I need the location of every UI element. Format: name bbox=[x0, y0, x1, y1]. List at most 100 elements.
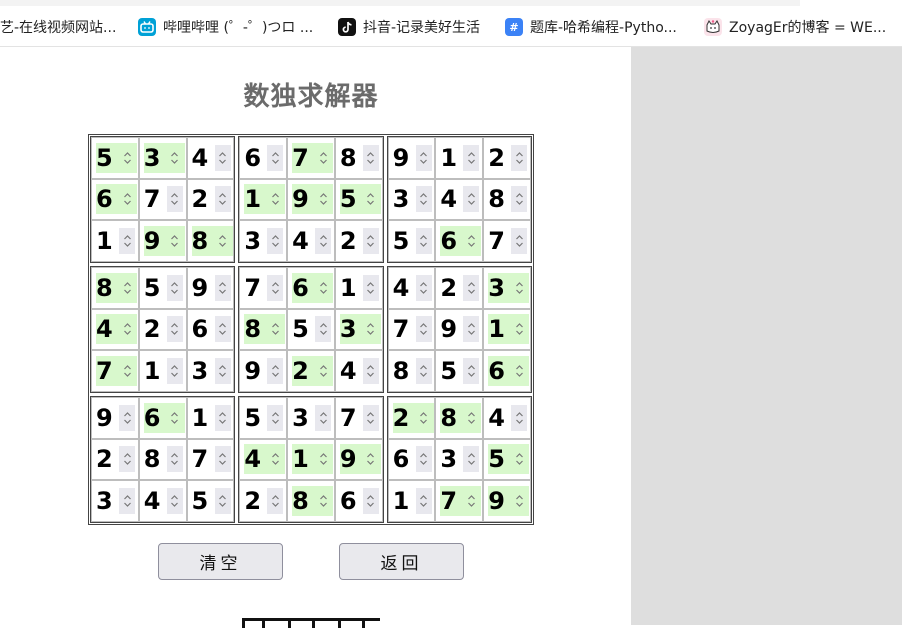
cell-field[interactable]: 5 bbox=[144, 273, 185, 303]
spinner-icon[interactable] bbox=[214, 144, 231, 171]
cell-field[interactable]: 8 bbox=[144, 444, 185, 474]
sudoku-cell-input[interactable]: 6 bbox=[239, 137, 288, 179]
sudoku-cell-input[interactable]: 3 bbox=[435, 438, 484, 481]
cell-field[interactable]: 3 bbox=[143, 142, 185, 173]
spinner-icon[interactable] bbox=[511, 488, 527, 514]
spinner-icon[interactable] bbox=[119, 145, 135, 171]
sudoku-cell-input[interactable]: 6 bbox=[483, 350, 531, 392]
cell-field[interactable]: 3 bbox=[393, 184, 434, 214]
sudoku-cell-input[interactable]: 3 bbox=[91, 480, 139, 522]
sudoku-cell-input[interactable]: 7 bbox=[483, 220, 531, 262]
cell-field[interactable]: 7 bbox=[192, 444, 233, 474]
sudoku-cell-input[interactable]: 1 bbox=[435, 137, 484, 179]
spinner-icon[interactable] bbox=[416, 405, 432, 431]
spinner-icon[interactable] bbox=[119, 358, 135, 384]
spinner-icon[interactable] bbox=[267, 446, 283, 472]
cell-field[interactable]: 6 bbox=[143, 402, 185, 433]
spinner-icon[interactable] bbox=[315, 358, 331, 384]
cell-field[interactable]: 4 bbox=[244, 444, 286, 475]
bookmark-zoyager-blog[interactable]: ZoyagEr的博客 = WE... bbox=[704, 14, 886, 40]
cell-field[interactable]: 6 bbox=[96, 184, 137, 215]
spinner-icon[interactable] bbox=[119, 446, 135, 473]
cell-field[interactable]: 2 bbox=[488, 143, 529, 173]
sudoku-cell-input[interactable]: 7 bbox=[287, 137, 335, 179]
sudoku-cell-input[interactable]: 1 bbox=[334, 267, 383, 309]
sudoku-cell-input[interactable]: 8 bbox=[334, 137, 383, 179]
sudoku-cell-input[interactable]: 4 bbox=[435, 178, 484, 221]
sudoku-cell-input[interactable]: 8 bbox=[287, 480, 335, 522]
clear-button[interactable]: 清空 bbox=[158, 543, 283, 580]
cell-field[interactable]: 3 bbox=[488, 272, 530, 303]
bookmark-bilibili[interactable]: 哔哩哔哩 (゜-゜)つロ ... bbox=[138, 14, 313, 40]
cell-field[interactable]: 7 bbox=[292, 142, 334, 173]
spinner-icon[interactable] bbox=[315, 446, 331, 472]
sudoku-cell-input[interactable]: 5 bbox=[435, 350, 484, 392]
sudoku-cell-input[interactable]: 1 bbox=[239, 178, 288, 221]
sudoku-cell-input[interactable]: 4 bbox=[239, 438, 288, 481]
cell-field[interactable]: 3 bbox=[440, 444, 481, 474]
cell-field[interactable]: 9 bbox=[143, 226, 185, 257]
sudoku-cell-input[interactable]: 1 bbox=[287, 438, 335, 481]
sudoku-cell-input[interactable]: 3 bbox=[186, 350, 235, 392]
sudoku-cell-input[interactable]: 9 bbox=[483, 480, 531, 522]
cell-field[interactable]: 6 bbox=[488, 356, 530, 387]
cell-field[interactable]: 5 bbox=[192, 486, 233, 516]
sudoku-cell-input[interactable]: 2 bbox=[287, 350, 335, 392]
sudoku-cell-input[interactable]: 2 bbox=[239, 480, 288, 522]
sudoku-cell-input[interactable]: 9 bbox=[334, 438, 383, 481]
sudoku-cell-input[interactable]: 6 bbox=[91, 178, 139, 221]
cell-field[interactable]: 5 bbox=[96, 142, 137, 173]
spinner-icon[interactable] bbox=[267, 488, 284, 515]
spinner-icon[interactable] bbox=[166, 316, 183, 343]
spinner-icon[interactable] bbox=[362, 228, 379, 255]
spinner-icon[interactable] bbox=[119, 186, 135, 212]
cell-field[interactable]: 8 bbox=[340, 143, 381, 173]
spinner-icon[interactable] bbox=[415, 186, 432, 213]
spinner-icon[interactable] bbox=[315, 275, 331, 301]
cell-field[interactable]: 2 bbox=[96, 444, 137, 474]
sudoku-cell-input[interactable]: 6 bbox=[138, 397, 187, 439]
spinner-icon[interactable] bbox=[119, 228, 135, 255]
cell-field[interactable]: 9 bbox=[440, 314, 481, 344]
cell-field[interactable]: 9 bbox=[96, 403, 137, 433]
spinner-icon[interactable] bbox=[511, 446, 527, 472]
spinner-icon[interactable] bbox=[267, 274, 284, 301]
cell-field[interactable]: 6 bbox=[192, 314, 233, 344]
cell-field[interactable]: 8 bbox=[96, 272, 137, 303]
cell-field[interactable]: 1 bbox=[488, 314, 530, 345]
bookmark-douyin[interactable]: 抖音-记录美好生活 bbox=[338, 14, 480, 40]
spinner-icon[interactable] bbox=[215, 228, 231, 254]
spinner-icon[interactable] bbox=[415, 446, 432, 473]
sudoku-cell-input[interactable]: 1 bbox=[186, 397, 235, 439]
spinner-icon[interactable] bbox=[166, 446, 183, 473]
spinner-icon[interactable] bbox=[463, 228, 479, 254]
sudoku-cell-input[interactable]: 1 bbox=[483, 308, 531, 351]
sudoku-cell-input[interactable]: 7 bbox=[91, 350, 139, 392]
cell-field[interactable]: 1 bbox=[96, 226, 137, 256]
sudoku-cell-input[interactable]: 8 bbox=[483, 178, 531, 221]
sudoku-cell-input[interactable]: 5 bbox=[483, 438, 531, 481]
cell-field[interactable]: 4 bbox=[440, 184, 481, 214]
sudoku-cell-input[interactable]: 4 bbox=[334, 350, 383, 392]
sudoku-cell-input[interactable]: 9 bbox=[435, 308, 484, 351]
sudoku-cell-input[interactable]: 7 bbox=[239, 267, 288, 309]
cell-field[interactable]: 6 bbox=[292, 272, 334, 303]
spinner-icon[interactable] bbox=[511, 275, 527, 301]
spinner-icon[interactable] bbox=[463, 274, 480, 301]
sudoku-cell-input[interactable]: 6 bbox=[186, 308, 235, 351]
sudoku-cell-input[interactable]: 6 bbox=[387, 438, 436, 481]
cell-field[interactable]: 1 bbox=[144, 356, 185, 386]
sudoku-cell-input[interactable]: 3 bbox=[483, 267, 531, 309]
sudoku-cell-input[interactable]: 6 bbox=[287, 267, 335, 309]
cell-field[interactable]: 1 bbox=[340, 273, 381, 303]
sudoku-cell-input[interactable]: 3 bbox=[287, 397, 335, 439]
sudoku-cell-input[interactable]: 7 bbox=[138, 178, 187, 221]
cell-field[interactable]: 1 bbox=[393, 486, 434, 516]
spinner-icon[interactable] bbox=[511, 186, 528, 213]
spinner-icon[interactable] bbox=[362, 404, 379, 431]
spinner-icon[interactable] bbox=[267, 316, 283, 342]
cell-field[interactable]: 5 bbox=[393, 226, 434, 256]
cell-field[interactable]: 8 bbox=[292, 486, 334, 517]
spinner-icon[interactable] bbox=[415, 274, 432, 301]
cell-field[interactable]: 2 bbox=[244, 486, 285, 516]
